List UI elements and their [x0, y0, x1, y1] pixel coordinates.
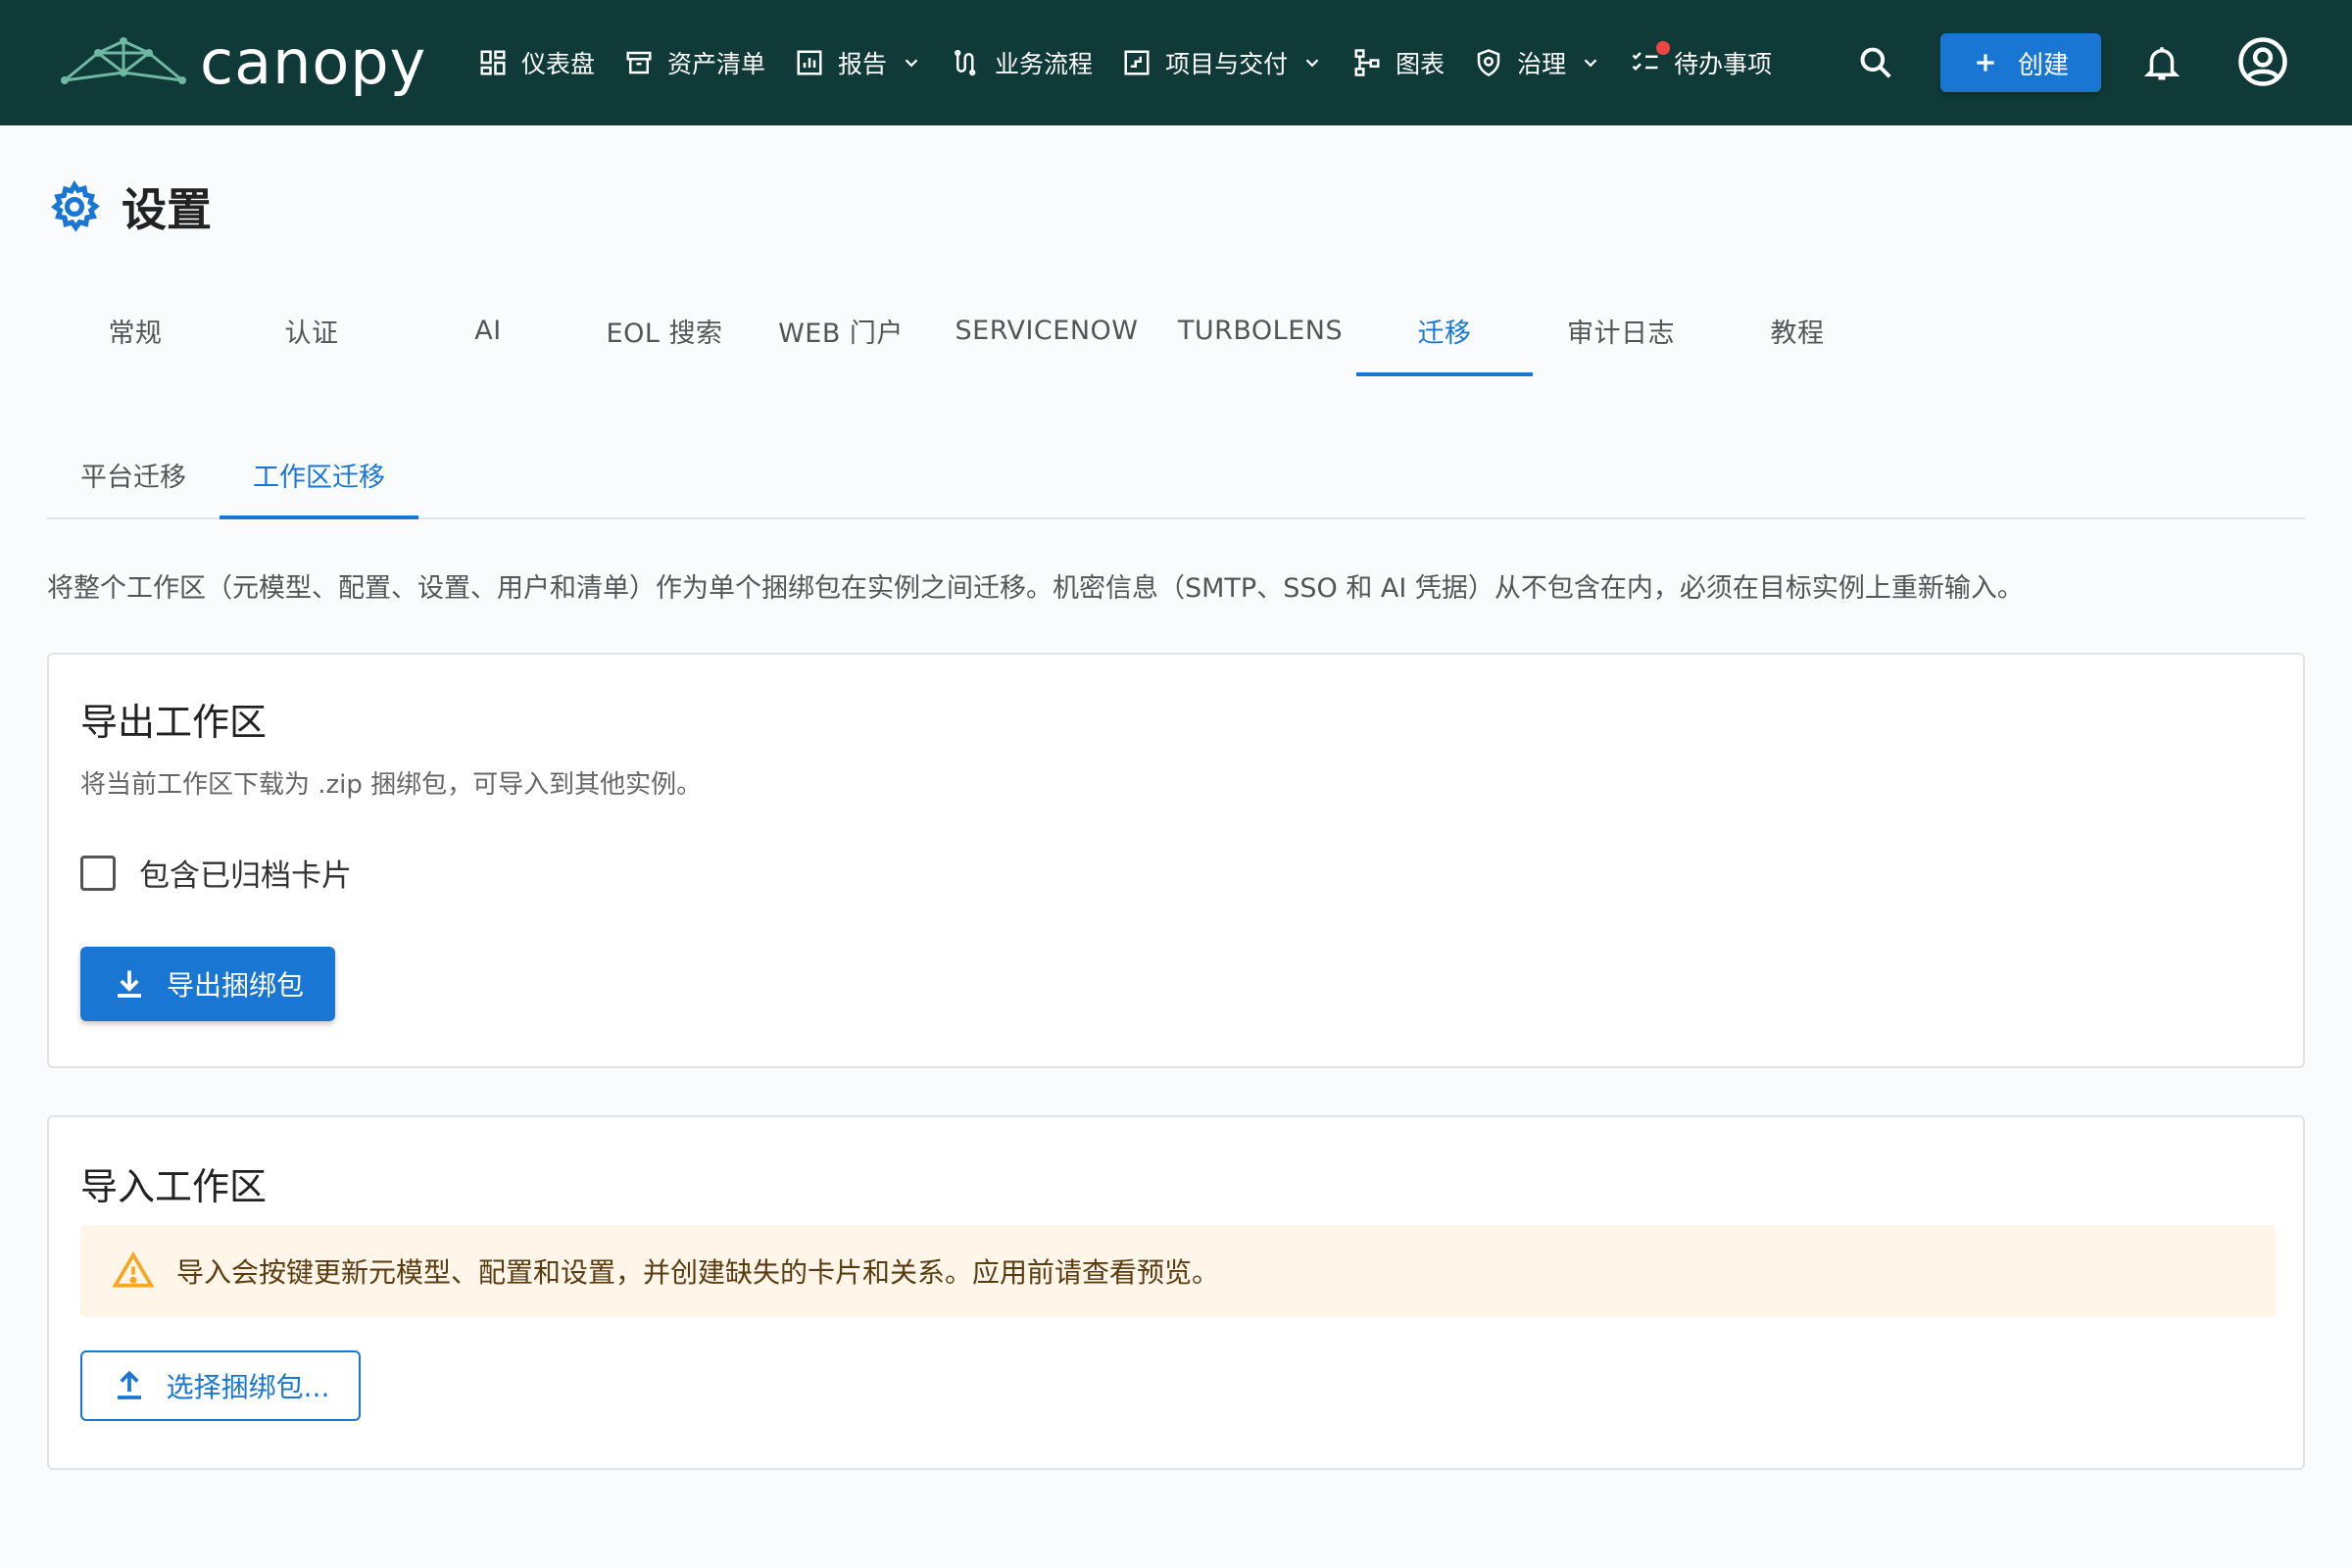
account-button[interactable] [2234, 33, 2291, 90]
import-warning-text: 导入会按键更新元模型、配置和设置，并创建缺失的卡片和关系。应用前请查看预览。 [176, 1256, 1220, 1289]
export-workspace-card: 导出工作区 将当前工作区下载为 .zip 捆绑包，可导入到其他实例。 包含已归档… [47, 653, 2305, 1068]
workflow-icon [955, 49, 976, 76]
export-card-title: 导出工作区 [80, 701, 268, 744]
project-icon [1124, 50, 1150, 75]
nav-item-projects[interactable]: 项目与交付 [1122, 31, 1323, 94]
tab-eol-search[interactable]: EOL 搜索 [576, 284, 753, 376]
nav-item-label: 待办事项 [1674, 50, 1773, 78]
nav-item-workflow[interactable]: 业务流程 [952, 31, 1093, 94]
include-archived-checkbox[interactable] [80, 855, 116, 891]
warning-triangle-icon [112, 1250, 155, 1288]
upload-icon [117, 1370, 141, 1399]
tab-web-portal[interactable]: WEB 门户 [753, 284, 929, 376]
main-nav: 仪表盘 资产清单 报告 业务流程 项目与交付 图表 治理 待办事项 [478, 0, 1801, 125]
notifications-button[interactable] [2136, 37, 2187, 88]
nav-item-reports[interactable]: 报告 [795, 31, 922, 94]
nav-item-label: 项目与交付 [1165, 50, 1289, 78]
chevron-down-icon [905, 59, 918, 68]
brand-logo[interactable]: canopy [59, 0, 426, 125]
tab-tutorials[interactable]: 教程 [1709, 284, 1886, 376]
bell-icon [2143, 47, 2180, 80]
nav-item-label: 图表 [1396, 50, 1446, 78]
nav-item-governance[interactable]: 治理 [1474, 31, 1601, 94]
governance-shield-icon [1477, 49, 1500, 76]
nav-item-label: 仪表盘 [521, 50, 596, 78]
page-header: 设置 [47, 174, 212, 239]
tab-servicenow[interactable]: SERVICENOW [929, 284, 1164, 376]
chevron-down-icon [1584, 59, 1597, 68]
nav-item-diagrams[interactable]: 图表 [1352, 31, 1445, 94]
nav-item-inventory[interactable]: 资产清单 [624, 31, 765, 94]
download-icon [117, 970, 141, 998]
include-archived-label: 包含已归档卡片 [139, 858, 352, 894]
nav-item-label: 报告 [838, 50, 888, 78]
nav-item-label: 治理 [1517, 50, 1567, 78]
diagram-icon [1354, 49, 1380, 76]
nav-item-label: 资产清单 [667, 50, 766, 78]
create-button-label: 创建 [2017, 50, 2069, 80]
import-warning-alert: 导入会按键更新元模型、配置和设置，并创建缺失的卡片和关系。应用前请查看预览。 [80, 1225, 2276, 1317]
export-bundle-button[interactable]: 导出捆绑包 [80, 947, 335, 1021]
search-button[interactable] [1852, 39, 1899, 86]
choose-bundle-button[interactable]: 选择捆绑包... [80, 1350, 361, 1421]
import-workspace-card: 导入工作区 导入会按键更新元模型、配置和设置，并创建缺失的卡片和关系。应用前请查… [47, 1115, 2305, 1470]
reports-icon [797, 50, 822, 75]
chevron-down-icon [1305, 59, 1319, 68]
user-avatar-icon [2238, 37, 2287, 86]
import-card-title: 导入工作区 [80, 1165, 268, 1208]
canopy-logo-icon [61, 37, 186, 84]
top-navigation-bar: canopy 仪表盘 资产清单 报告 业务流程 项目与交付 图表 治理 待办事项… [0, 0, 2352, 125]
inventory-icon [626, 51, 652, 74]
todo-checklist-icon [1632, 52, 1658, 72]
nav-item-dashboard[interactable]: 仪表盘 [478, 31, 595, 94]
notification-badge-dot [1656, 41, 1671, 55]
export-card-subtitle: 将当前工作区下载为 .zip 捆绑包，可导入到其他实例。 [80, 770, 703, 800]
tab-authentication[interactable]: 认证 [223, 284, 400, 376]
create-button[interactable]: 创建 [1940, 33, 2101, 92]
page-title: 设置 [122, 183, 212, 236]
brand-name: canopy [200, 26, 427, 98]
tab-turbolens[interactable]: TURBOLENS [1164, 284, 1356, 376]
choose-bundle-label: 选择捆绑包... [166, 1371, 330, 1403]
include-archived-checkbox-row[interactable]: 包含已归档卡片 [80, 851, 352, 895]
dashboard-icon [480, 50, 506, 75]
tab-audit-log[interactable]: 审计日志 [1533, 284, 1709, 376]
tab-general[interactable]: 常规 [47, 284, 223, 376]
tab-migration[interactable]: 迁移 [1356, 284, 1533, 376]
plus-icon [1977, 54, 1994, 72]
migration-subtabs: 平台迁移 工作区迁移 [47, 431, 2305, 519]
settings-tabs: 常规 认证 AI EOL 搜索 WEB 门户 SERVICENOW TURBOL… [47, 284, 1886, 376]
migration-description: 将整个工作区（元模型、配置、设置、用户和清单）作为单个捆绑包在实例之间迁移。机密… [47, 573, 2024, 604]
search-icon [1860, 47, 1891, 78]
gear-icon [50, 179, 100, 232]
subtab-platform-migration[interactable]: 平台迁移 [47, 431, 220, 517]
nav-item-label: 业务流程 [995, 50, 1094, 78]
subtab-workspace-migration[interactable]: 工作区迁移 [220, 431, 418, 519]
export-bundle-label: 导出捆绑包 [166, 969, 304, 1002]
tab-ai[interactable]: AI [400, 284, 576, 376]
nav-item-todos[interactable]: 待办事项 [1631, 31, 1772, 94]
